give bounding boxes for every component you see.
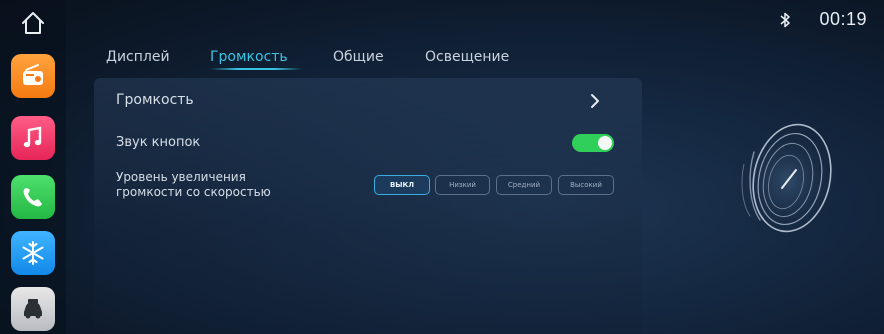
settings-panel [94, 78, 642, 334]
climate-app-button[interactable] [11, 231, 55, 275]
speed-volume-option-low[interactable]: Низкий [435, 175, 490, 195]
music-app-button[interactable] [11, 116, 55, 160]
snowflake-icon [22, 241, 44, 265]
clock: 00:19 [819, 9, 867, 29]
speed-volume-option-high[interactable]: Высокий [558, 175, 614, 195]
radio-app-button[interactable] [11, 54, 55, 98]
volume-dial-illustration [726, 112, 846, 242]
screen: 00:19 Дисплей Громкость Общие Освещение … [0, 0, 884, 334]
speed-volume-option-off[interactable]: ВЫКЛ [374, 175, 430, 195]
app-dock [0, 0, 66, 334]
speed-volume-label-line2: громкости со скоростью [116, 185, 271, 199]
tab-display[interactable]: Дисплей [106, 49, 170, 65]
phone-app-button[interactable] [11, 175, 55, 219]
tab-volume[interactable]: Громкость [210, 49, 288, 65]
key-sound-label: Звук кнопок [116, 135, 201, 150]
speed-volume-option-medium[interactable]: Средний [496, 175, 552, 195]
tab-lighting[interactable]: Освещение [425, 49, 509, 65]
toggle-knob [598, 136, 612, 150]
key-sound-toggle[interactable] [572, 134, 614, 152]
chevron-right-icon[interactable] [589, 93, 601, 109]
active-tab-indicator [210, 68, 302, 70]
speed-volume-label-line1: Уровень увеличения [116, 170, 246, 184]
volume-row-label[interactable]: Громкость [116, 92, 194, 108]
car-app-button[interactable] [11, 287, 55, 331]
home-icon[interactable] [20, 10, 46, 36]
music-note-icon [23, 126, 42, 148]
radio-icon [23, 64, 43, 85]
bluetooth-icon [778, 11, 792, 29]
phone-icon [23, 188, 42, 207]
car-icon [24, 299, 42, 319]
tab-general[interactable]: Общие [333, 49, 384, 65]
